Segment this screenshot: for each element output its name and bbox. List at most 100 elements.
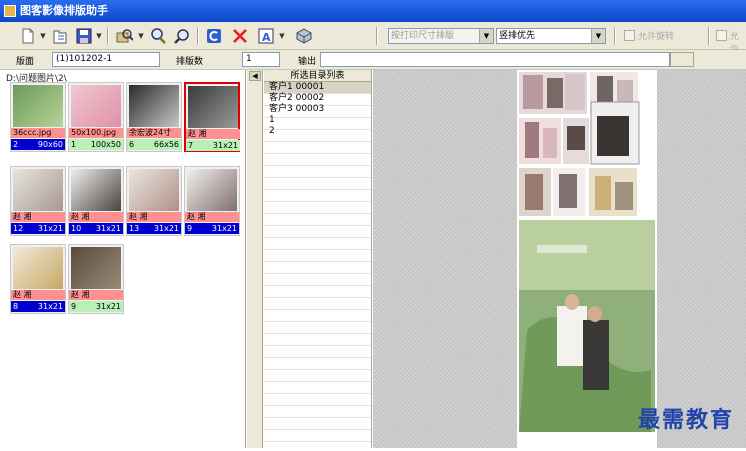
thumbnail-image — [188, 86, 238, 128]
list-item[interactable]: 2 — [264, 126, 371, 137]
window-title: 图客影像排版助手 — [20, 4, 108, 17]
thumbnail-info: 1 100x50 — [69, 139, 123, 150]
thumbnail-size: 31x21 — [37, 302, 63, 311]
print-size-combo[interactable]: 按打印尺寸排版 ▼ — [388, 28, 494, 44]
thumbnail-item[interactable]: 36ccc.jpg 2 90x60 — [10, 82, 66, 152]
thumbnail-item[interactable]: 赵 湘 9 31x21 — [184, 166, 240, 236]
print-preview-icon[interactable] — [114, 26, 134, 46]
priority-combo[interactable]: 竖排优先 ▼ — [496, 28, 606, 44]
thumbnail-item[interactable]: 赵 湘 8 31x21 — [10, 244, 66, 314]
print-sheet[interactable] — [517, 70, 657, 448]
text-icon[interactable]: A — [256, 26, 276, 46]
collapse-arrow-icon[interactable]: ◀ — [249, 71, 261, 81]
text-dropdown-icon[interactable]: ▼ — [278, 26, 286, 46]
main-toolbar: ▼ ▼ ▼ A ▼ 按打印尺寸排版 ▼ 竖排优先 ▼ 允许旋转 允许 — [0, 22, 746, 55]
refresh-icon[interactable] — [204, 26, 224, 46]
priority-combo-value: 竖排优先 — [499, 31, 536, 41]
thumbnail-item[interactable]: 赵 湘 10 31x21 — [68, 166, 124, 236]
thumbnail-name: 赵 湘 — [69, 212, 123, 222]
watermark-text: 最需教育 — [637, 407, 734, 433]
new-dropdown-icon[interactable]: ▼ — [39, 26, 47, 46]
thumbnail-info: 9 31x21 — [69, 301, 123, 312]
thumbnail-index: 13 — [129, 224, 140, 233]
toolbar-separator — [107, 27, 109, 45]
allow-rotate-label: 允许旋转 — [638, 32, 675, 42]
thumbnail-image — [13, 247, 63, 289]
thumbnail-name: 赵 湘 — [186, 129, 240, 139]
new-icon[interactable] — [18, 26, 38, 46]
chevron-down-icon[interactable]: ▼ — [479, 29, 493, 43]
thumbnail-index: 2 — [13, 140, 19, 149]
pane-splitter[interactable]: ◀ — [247, 70, 263, 448]
print-size-combo-value: 按打印尺寸排版 — [391, 31, 455, 41]
allow-checkbox[interactable] — [716, 30, 727, 41]
thumbnail-name: 赵 湘 — [127, 212, 181, 222]
thumbnail-image — [71, 169, 121, 211]
open-icon[interactable] — [50, 26, 70, 46]
toolbar-separator — [376, 27, 378, 45]
layout-preview: 最需教育 — [373, 70, 746, 448]
thumbnail-size: 31x21 — [153, 224, 179, 233]
thumbnail-index: 8 — [13, 302, 19, 311]
thumbnail-item[interactable]: 赵 湘 13 31x21 — [126, 166, 182, 236]
thumbnail-index: 6 — [129, 140, 135, 149]
list-item[interactable]: 客户1 00001 — [264, 82, 371, 93]
zoom-out-icon[interactable] — [172, 26, 192, 46]
thumbnail-name: 36ccc.jpg — [11, 128, 65, 138]
thumbnail-size: 31x21 — [212, 141, 238, 150]
sheet-photos — [519, 72, 655, 432]
thumbnail-item[interactable]: 赵 湘 7 31x21 — [184, 82, 240, 152]
thumbnail-size: 100x50 — [90, 140, 121, 149]
directory-list: 所选目录列表 客户1 00001 客户2 00002 客户3 00003 1 2 — [264, 70, 372, 448]
page-label: 版面 — [16, 57, 35, 67]
list-item[interactable]: 客户2 00002 — [264, 93, 371, 104]
thumbnail-item[interactable]: 赵 湘 12 31x21 — [10, 166, 66, 236]
thumbnail-index: 9 — [187, 224, 193, 233]
toolbar-separator — [614, 27, 616, 45]
chevron-down-icon[interactable]: ▼ — [591, 29, 605, 43]
thumbnail-size: 31x21 — [95, 224, 121, 233]
thumbnail-index: 1 — [71, 140, 77, 149]
thumbnail-size: 66x56 — [153, 140, 179, 149]
thumbnail-index: 12 — [13, 224, 24, 233]
thumbnail-info: 6 66x56 — [127, 139, 181, 150]
thumbnail-name: 余宏波24寸 — [127, 128, 181, 138]
delete-icon[interactable] — [230, 26, 250, 46]
layout-count-field[interactable]: 1 — [242, 52, 280, 67]
save-dropdown-icon[interactable]: ▼ — [95, 26, 103, 46]
thumbnail-index: 7 — [188, 141, 194, 150]
browse-button[interactable] — [670, 52, 694, 67]
package-icon[interactable] — [294, 26, 314, 46]
zoom-in-icon[interactable] — [148, 26, 168, 46]
directory-list-header: 所选目录列表 — [264, 70, 371, 82]
thumbnail-info: 9 31x21 — [185, 223, 239, 234]
thumbnail-image — [71, 247, 121, 289]
thumbnail-name: 赵 湘 — [185, 212, 239, 222]
save-icon[interactable] — [74, 26, 94, 46]
thumbnail-info: 7 31x21 — [186, 140, 240, 151]
thumbnail-size: 31x21 — [211, 224, 237, 233]
thumbnail-item[interactable]: 余宏波24寸 6 66x56 — [126, 82, 182, 152]
list-item[interactable]: 1 — [264, 115, 371, 126]
allow-rotate-checkbox[interactable] — [624, 30, 635, 41]
list-item[interactable]: 客户3 00003 — [264, 104, 371, 115]
page-field[interactable]: (1)101202-1 — [52, 52, 160, 67]
thumbnail-info: 8 31x21 — [11, 301, 65, 312]
thumbnail-image — [129, 169, 179, 211]
thumbnail-info: 13 31x21 — [127, 223, 181, 234]
print-preview-dropdown-icon[interactable]: ▼ — [137, 26, 145, 46]
thumbnail-item[interactable]: 赵 湘 9 31x21 — [68, 244, 124, 314]
image-browser: D:\问题图片\2\ 36ccc.jpg 2 90x60 50x100.jpg 1 100… — [0, 70, 246, 448]
thumbnail-index: 9 — [71, 302, 77, 311]
thumbnail-info: 12 31x21 — [11, 223, 65, 234]
thumbnail-name: 赵 湘 — [11, 212, 65, 222]
output-field[interactable] — [320, 52, 670, 67]
toolbar-separator — [708, 27, 710, 45]
thumbnail-image — [71, 85, 121, 127]
thumbnail-info: 2 90x60 — [11, 139, 65, 150]
app-icon — [4, 5, 16, 17]
thumbnail-item[interactable]: 50x100.jpg 1 100x50 — [68, 82, 124, 152]
thumbnail-size: 31x21 — [37, 224, 63, 233]
thumbnail-name: 赵 湘 — [69, 290, 123, 300]
thumbnail-image — [13, 85, 63, 127]
